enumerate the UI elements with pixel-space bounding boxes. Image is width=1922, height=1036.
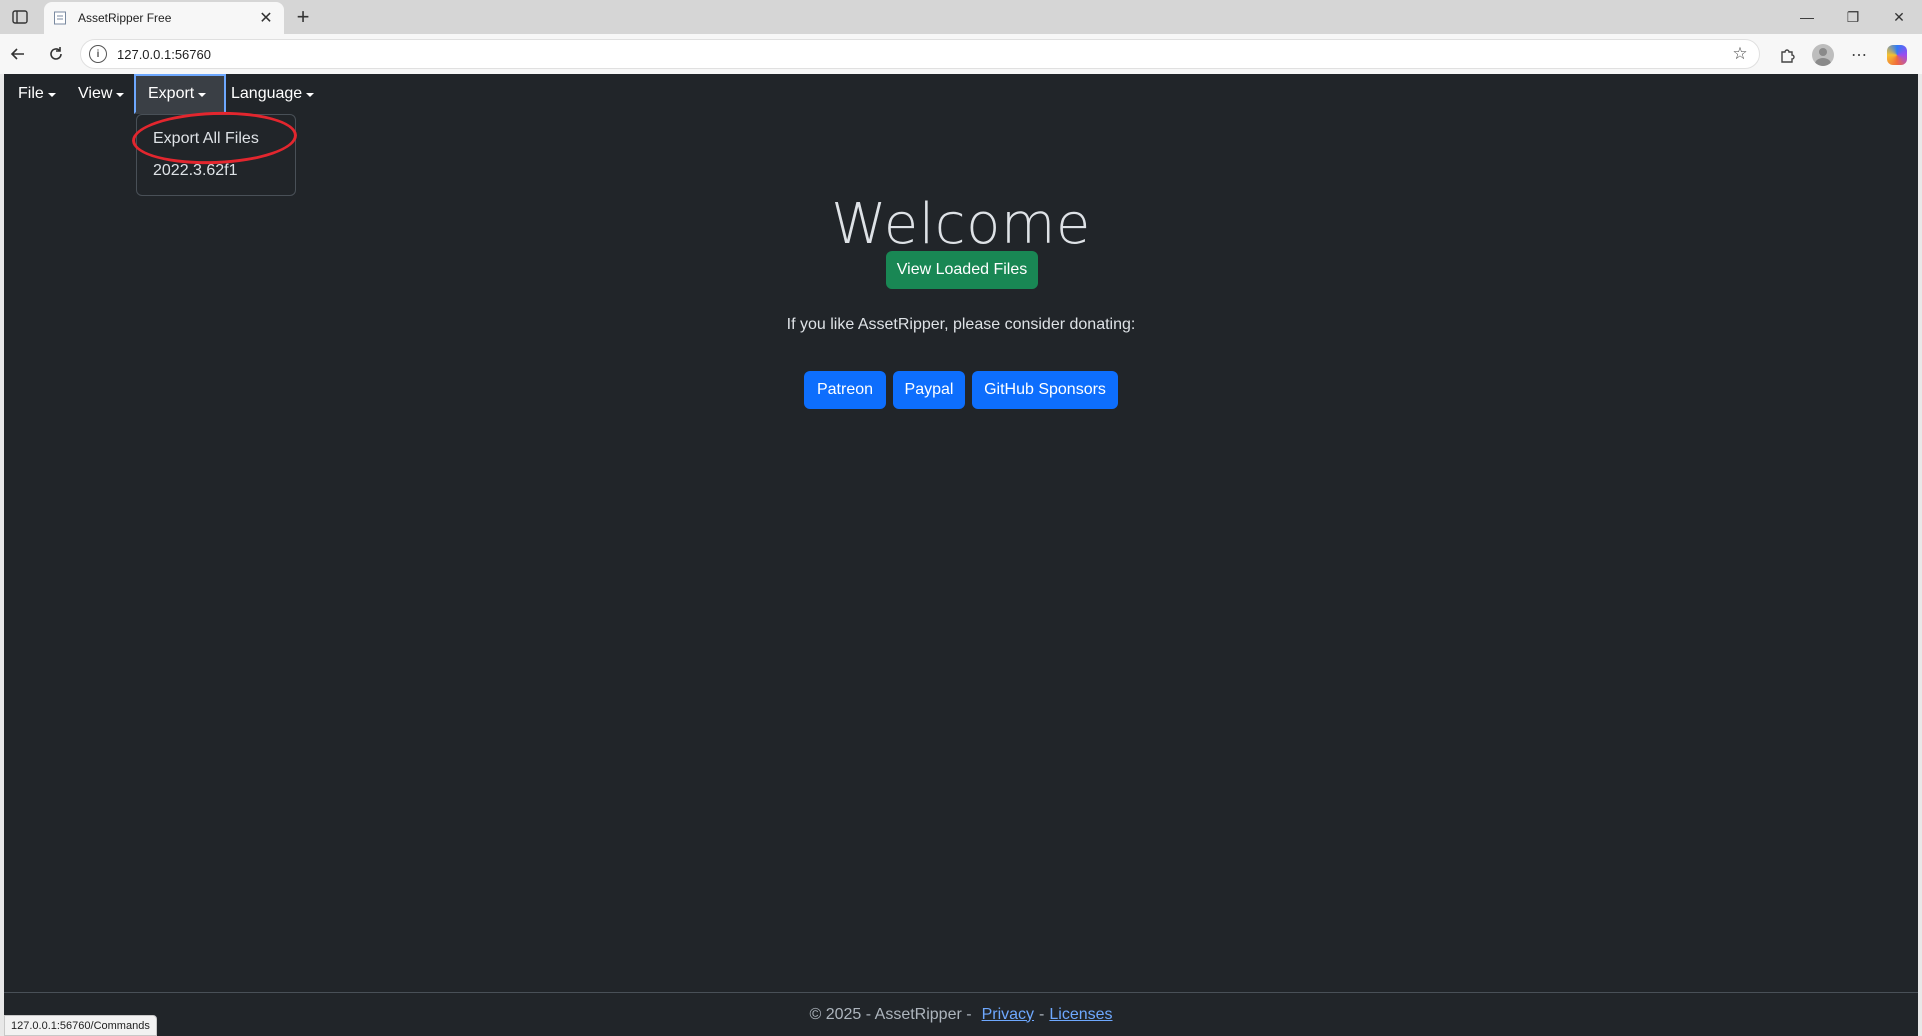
menu-export[interactable]: Export bbox=[134, 74, 226, 114]
privacy-link[interactable]: Privacy bbox=[982, 1006, 1034, 1024]
export-dropdown: Export All Files 2022.3.62f1 bbox=[136, 114, 296, 196]
window-controls: — ❐ ✕ bbox=[1784, 0, 1922, 34]
refresh-icon[interactable] bbox=[44, 42, 68, 66]
menu-view-label: View bbox=[78, 85, 113, 102]
licenses-link[interactable]: Licenses bbox=[1049, 1006, 1112, 1024]
new-tab-button[interactable]: + bbox=[290, 4, 316, 30]
tab-actions-icon[interactable] bbox=[8, 6, 32, 28]
caret-down-icon bbox=[116, 93, 125, 97]
paypal-button[interactable]: Paypal bbox=[893, 371, 965, 409]
menu-file[interactable]: File bbox=[6, 74, 68, 114]
app-viewport: File View Export Language Export All Fil… bbox=[4, 74, 1918, 1036]
tab-strip: AssetRipper Free ✕ + — ❐ ✕ bbox=[0, 0, 1922, 34]
export-all-files-item[interactable]: Export All Files bbox=[137, 123, 295, 155]
donate-text: If you like AssetRipper, please consider… bbox=[786, 316, 1136, 333]
minimize-icon[interactable]: — bbox=[1784, 0, 1830, 34]
status-url-bar: 127.0.0.1:56760/Commands bbox=[4, 1015, 157, 1036]
menu-file-label: File bbox=[18, 85, 44, 102]
profile-icon[interactable] bbox=[1810, 42, 1836, 68]
page-favicon-icon bbox=[52, 10, 68, 26]
footer-separator: - bbox=[1039, 1005, 1045, 1023]
tab-title: AssetRipper Free bbox=[78, 11, 172, 25]
restore-icon[interactable]: ❐ bbox=[1830, 0, 1876, 34]
url-text: 127.0.0.1:56760 bbox=[117, 46, 211, 62]
puzzle-icon[interactable] bbox=[1774, 42, 1800, 68]
menu-export-label: Export bbox=[148, 85, 195, 102]
patreon-button[interactable]: Patreon bbox=[804, 371, 886, 409]
footer-copyright: © 2025 - AssetRipper - bbox=[809, 1005, 972, 1023]
info-icon[interactable]: i bbox=[89, 45, 107, 63]
star-icon[interactable]: ☆ bbox=[1727, 41, 1753, 67]
github-sponsors-button[interactable]: GitHub Sponsors bbox=[972, 371, 1118, 409]
unity-version-item[interactable]: 2022.3.62f1 bbox=[137, 155, 295, 187]
browser-toolbar: i 127.0.0.1:56760 ☆ ⋯ bbox=[0, 34, 1922, 74]
app-navbar: File View Export Language bbox=[4, 74, 1918, 114]
address-bar[interactable]: i 127.0.0.1:56760 ☆ bbox=[80, 39, 1760, 69]
back-arrow-icon[interactable] bbox=[6, 42, 30, 66]
more-dots-icon[interactable]: ⋯ bbox=[1846, 42, 1872, 68]
close-tab-icon[interactable]: ✕ bbox=[256, 8, 276, 28]
view-loaded-files-button[interactable]: View Loaded Files bbox=[886, 251, 1038, 289]
menu-language-label: Language bbox=[231, 85, 303, 102]
menu-language[interactable]: Language bbox=[219, 74, 326, 114]
page-title: Welcome bbox=[831, 192, 1091, 257]
menu-view[interactable]: View bbox=[66, 74, 136, 114]
copilot-icon[interactable] bbox=[1884, 42, 1910, 68]
caret-down-icon bbox=[47, 93, 56, 97]
footer: © 2025 - AssetRipper - Privacy - License… bbox=[4, 992, 1918, 1036]
close-window-icon[interactable]: ✕ bbox=[1876, 0, 1922, 34]
browser-tab[interactable]: AssetRipper Free ✕ bbox=[44, 2, 284, 34]
caret-down-icon bbox=[198, 93, 207, 97]
caret-down-icon bbox=[306, 93, 315, 97]
